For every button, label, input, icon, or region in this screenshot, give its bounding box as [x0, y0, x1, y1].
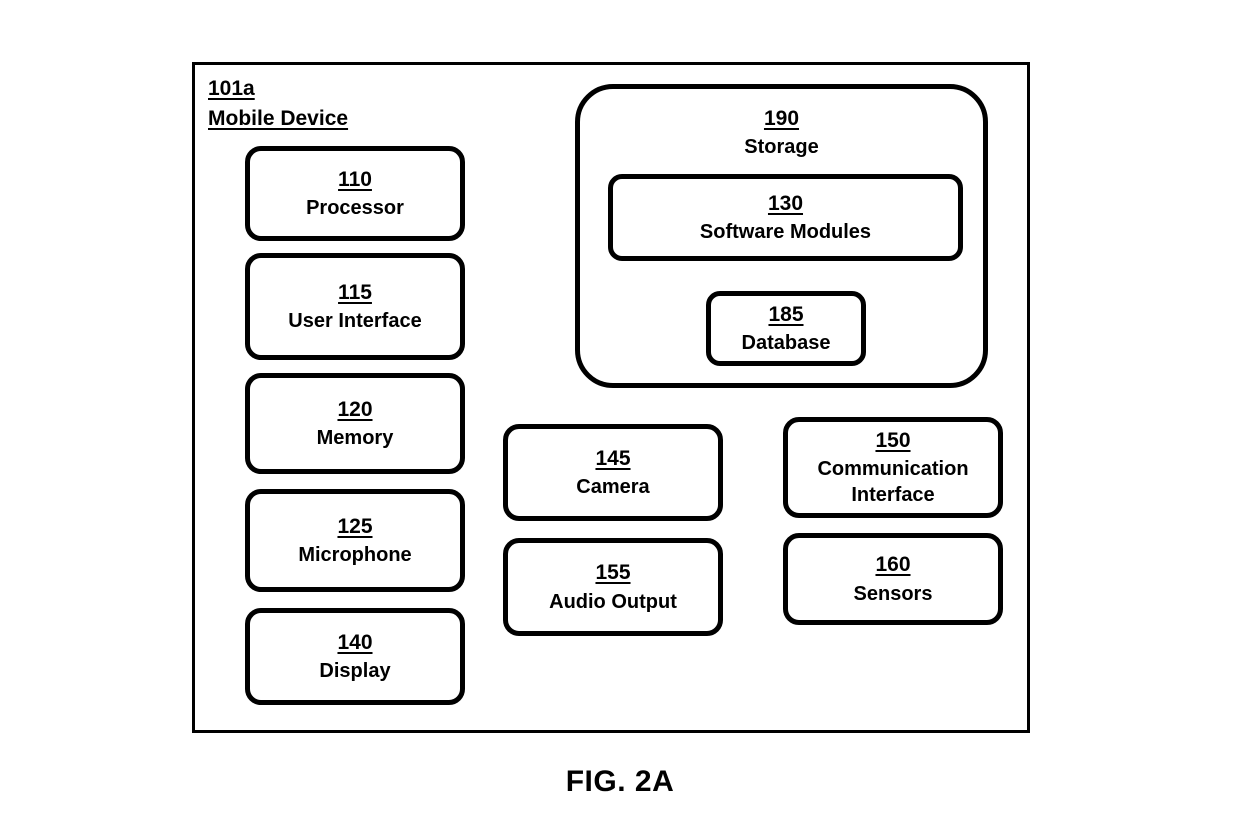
audio-output-ref: 155 — [595, 561, 631, 585]
block-display: 140 Display — [245, 608, 465, 705]
block-software-modules: 130 Software Modules — [608, 174, 963, 261]
database-ref: 185 — [768, 302, 804, 326]
storage-ref: 190 — [763, 107, 800, 130]
audio-output-label: Audio Output — [549, 590, 677, 613]
storage-title: 190 Storage — [580, 105, 983, 160]
block-audio-output: 155 Audio Output — [503, 538, 723, 636]
block-camera: 145 Camera — [503, 424, 723, 521]
block-database: 185 Database — [706, 291, 866, 366]
block-sensors: 160 Sensors — [783, 533, 1003, 625]
camera-ref: 145 — [595, 446, 631, 470]
mobile-device-ref: 101a — [208, 77, 255, 100]
figure-canvas: 190 Storage 130 Software Modules 185 Dat… — [0, 0, 1240, 834]
camera-label: Camera — [576, 476, 650, 499]
display-ref: 140 — [337, 630, 373, 654]
memory-label: Memory — [316, 427, 394, 450]
display-label: Display — [319, 660, 391, 683]
sensors-label: Sensors — [853, 582, 933, 605]
mobile-device-name: Mobile Device — [208, 107, 349, 131]
figure-caption: FIG. 2A — [565, 765, 675, 798]
block-user-interface: 115 User Interface — [245, 253, 465, 360]
software-modules-label: Software Modules — [699, 221, 872, 244]
microphone-ref: 125 — [337, 514, 373, 538]
software-modules-ref: 130 — [767, 191, 804, 215]
user-interface-ref: 115 — [338, 280, 372, 304]
sensors-ref: 160 — [875, 553, 911, 577]
storage-container: 190 Storage 130 Software Modules 185 Dat… — [575, 84, 988, 388]
block-microphone: 125 Microphone — [245, 489, 465, 592]
block-memory: 120 Memory — [245, 373, 465, 474]
communication-interface-label: Communication Interface — [817, 458, 969, 507]
block-communication-interface: 150 Communication Interface — [783, 417, 1003, 518]
user-interface-label: User Interface — [288, 310, 422, 333]
database-label: Database — [741, 332, 831, 355]
mobile-device-label: 101a Mobile Device — [208, 74, 348, 135]
processor-label: Processor — [306, 197, 404, 220]
storage-label: Storage — [744, 136, 819, 159]
processor-ref: 110 — [338, 167, 372, 191]
memory-ref: 120 — [337, 397, 373, 421]
microphone-label: Microphone — [298, 544, 412, 567]
block-processor: 110 Processor — [245, 146, 465, 241]
communication-interface-ref: 150 — [875, 428, 911, 452]
